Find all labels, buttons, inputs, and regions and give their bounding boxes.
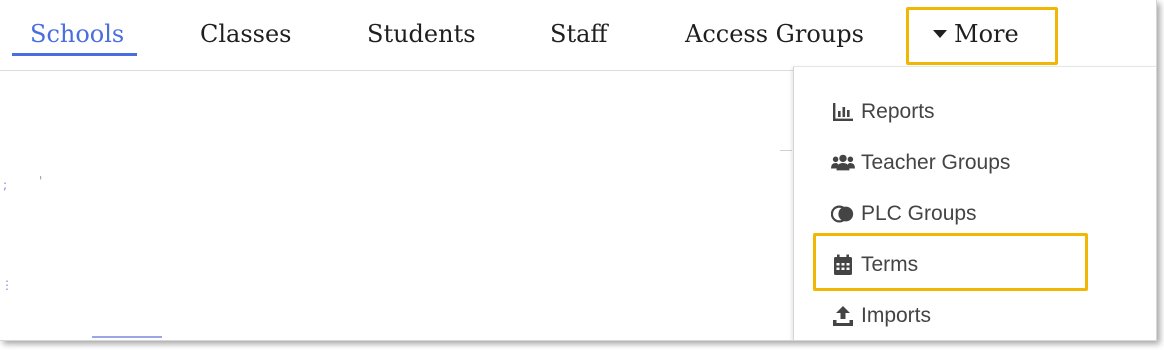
menu-item-reports[interactable]: Reports	[831, 97, 935, 127]
overlapping-circles-icon	[831, 203, 855, 225]
tab-schools[interactable]: Schools	[30, 20, 124, 48]
app-window: Schools Classes Students Staff Access Gr…	[0, 0, 1157, 341]
top-nav: Schools Classes Students Staff Access Gr…	[0, 0, 1156, 71]
background-artifact: ;	[3, 178, 8, 192]
menu-item-plc-groups[interactable]: PLC Groups	[831, 199, 977, 229]
users-icon	[831, 152, 855, 174]
tab-classes[interactable]: Classes	[200, 20, 292, 48]
background-artifact: ⋮	[1, 278, 13, 292]
menu-item-label: Teacher Groups	[861, 151, 1011, 174]
tab-students[interactable]: Students	[367, 20, 476, 48]
menu-item-label: Reports	[861, 100, 935, 123]
menu-item-label: PLC Groups	[861, 202, 977, 225]
upload-icon	[831, 305, 855, 327]
terms-highlight-box	[813, 233, 1088, 291]
tab-staff[interactable]: Staff	[550, 20, 607, 48]
bar-chart-icon	[831, 101, 855, 123]
menu-item-teacher-groups[interactable]: Teacher Groups	[831, 148, 1010, 178]
active-tab-indicator	[12, 53, 137, 56]
menu-item-label: Imports	[861, 304, 932, 327]
more-highlight-box	[906, 7, 1058, 65]
background-artifact	[92, 336, 162, 338]
background-artifact	[780, 150, 792, 151]
background-artifact: '	[39, 174, 43, 188]
tab-access-groups[interactable]: Access Groups	[685, 20, 864, 48]
menu-item-imports[interactable]: Imports	[831, 301, 931, 331]
more-dropdown-menu: Reports Teacher Groups PLC Groups Terms …	[793, 66, 1156, 340]
